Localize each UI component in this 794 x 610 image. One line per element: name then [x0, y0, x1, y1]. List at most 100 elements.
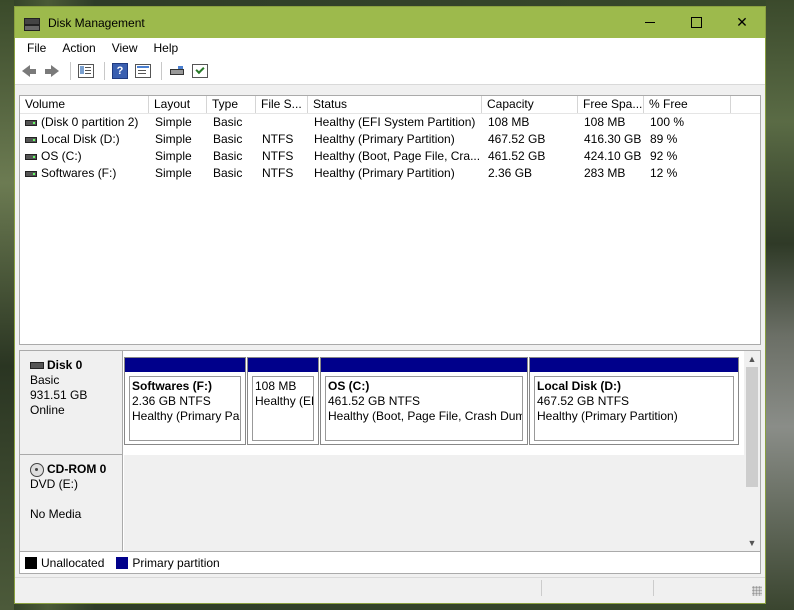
volume-filesystem: [256, 114, 308, 131]
volume-percent-free: 100 %: [650, 115, 685, 129]
volume-status: Healthy (Primary Partition): [314, 166, 455, 180]
disk-media: No Media: [30, 507, 82, 521]
volume-row[interactable]: Local Disk (D:) Simple Basic NTFS Health…: [20, 131, 760, 148]
volume-capacity: 467.52 GB: [488, 132, 546, 146]
close-icon: ✕: [736, 14, 748, 30]
menu-view[interactable]: View: [104, 41, 146, 55]
disk-title: Disk 0: [47, 358, 83, 372]
disk-management-window: Disk Management ✕ File Action View Help …: [14, 6, 766, 604]
disk-label-disk0[interactable]: Disk 0 Basic 931.51 GB Online: [20, 351, 123, 455]
volume-free-space: 416.30 GB: [584, 132, 642, 146]
toolbar: ?: [15, 58, 765, 85]
volume-name: (Disk 0 partition 2): [41, 115, 139, 129]
volume-percent-free: 12 %: [650, 166, 678, 180]
show-hide-panel-button[interactable]: [76, 61, 96, 81]
volume-type: Basic: [213, 166, 243, 180]
partition-local-disk[interactable]: Local Disk (D:) 467.52 GB NTFS Healthy (…: [529, 357, 739, 445]
check-button[interactable]: [190, 61, 210, 81]
partition-os[interactable]: OS (C:) 461.52 GB NTFS Healthy (Boot, Pa…: [320, 357, 528, 445]
volume-row[interactable]: OS (C:) Simple Basic NTFS Healthy (Boot,…: [20, 148, 760, 165]
column-header-filesystem[interactable]: File S...: [256, 96, 308, 113]
vertical-scrollbar[interactable]: ▲ ▼: [744, 351, 760, 551]
forward-button[interactable]: [42, 61, 62, 81]
primary-partition-bar: [248, 358, 318, 372]
column-header-capacity[interactable]: Capacity: [482, 96, 578, 113]
disk-row-cdrom0[interactable]: CD-ROM 0 DVD (E:) No Media: [20, 455, 744, 551]
volume-row[interactable]: (Disk 0 partition 2) Simple Basic Health…: [20, 114, 760, 131]
back-button[interactable]: [19, 61, 39, 81]
check-icon: [192, 64, 208, 78]
partition-name: OS (C:): [328, 379, 370, 393]
volume-list[interactable]: Volume Layout Type File S... Status Capa…: [19, 95, 761, 345]
maximize-button[interactable]: [673, 7, 719, 38]
partition-status: Healthy (EF: [255, 394, 314, 408]
disk-size: 931.51 GB: [30, 388, 88, 402]
toolbar-separator: [70, 62, 71, 80]
minimize-button[interactable]: [627, 7, 673, 38]
drive-icon: [25, 153, 37, 160]
volume-layout: Simple: [155, 115, 192, 129]
disk-row-disk0[interactable]: Disk 0 Basic 931.51 GB Online Softwares …: [20, 351, 744, 455]
scroll-down-icon[interactable]: ▼: [744, 535, 760, 551]
properties-icon: [135, 64, 151, 78]
hard-disk-icon: [30, 362, 44, 369]
partition-efi[interactable]: 108 MB Healthy (EF: [247, 357, 319, 445]
help-icon: ?: [112, 63, 128, 79]
volume-layout: Simple: [155, 132, 192, 146]
volume-percent-free: 89 %: [650, 132, 678, 146]
volume-capacity: 461.52 GB: [488, 149, 546, 163]
volume-type: Basic: [213, 115, 243, 129]
primary-partition-swatch: [116, 556, 129, 569]
disk-label-cdrom0[interactable]: CD-ROM 0 DVD (E:) No Media: [20, 455, 123, 551]
column-header-volume[interactable]: Volume: [20, 96, 149, 113]
disk-graphical-view[interactable]: Disk 0 Basic 931.51 GB Online Softwares …: [19, 350, 761, 552]
primary-partition-bar: [530, 358, 738, 372]
menu-action[interactable]: Action: [54, 41, 103, 55]
menu-help[interactable]: Help: [146, 41, 187, 55]
status-segment: [541, 580, 542, 596]
menu-bar: File Action View Help: [15, 38, 765, 58]
volume-filesystem: NTFS: [262, 166, 294, 180]
volume-name: Local Disk (D:): [41, 132, 120, 146]
menu-file[interactable]: File: [19, 41, 54, 55]
partition-size: 108 MB: [255, 379, 297, 393]
desktop-background-right: [766, 0, 794, 610]
volume-free-space: 424.10 GB: [584, 149, 642, 163]
primary-partition-bar: [321, 358, 527, 372]
volume-status: Healthy (Primary Partition): [314, 132, 455, 146]
partition-softwares[interactable]: Softwares (F:) 2.36 GB NTFS Healthy (Pri…: [124, 357, 246, 445]
volume-free-space: 283 MB: [584, 166, 626, 180]
volume-free-space: 108 MB: [584, 115, 626, 129]
title-bar[interactable]: Disk Management ✕: [15, 7, 765, 38]
cdrom-empty-area: [124, 455, 744, 551]
column-header-layout[interactable]: Layout: [149, 96, 207, 113]
connect-disk-button[interactable]: [167, 61, 187, 81]
volume-filesystem: NTFS: [262, 132, 294, 146]
column-header-status[interactable]: Status: [308, 96, 482, 113]
back-icon: [22, 65, 36, 77]
scroll-up-icon[interactable]: ▲: [744, 351, 760, 367]
column-header-free-space[interactable]: Free Spa...: [578, 96, 644, 113]
volume-list-header: Volume Layout Type File S... Status Capa…: [20, 96, 760, 114]
partition-size: 467.52 GB NTFS: [537, 394, 630, 408]
close-button[interactable]: ✕: [719, 7, 765, 38]
cd-rom-icon: [30, 462, 44, 477]
volume-status: Healthy (EFI System Partition): [314, 115, 476, 129]
volume-status: Healthy (Boot, Page File, Cra...: [314, 149, 481, 163]
legend-unallocated: Unallocated: [41, 555, 105, 570]
disk-state: Online: [30, 403, 65, 417]
column-header-type[interactable]: Type: [207, 96, 256, 113]
toolbar-separator: [161, 62, 162, 80]
help-button[interactable]: ?: [110, 61, 130, 81]
volume-row[interactable]: Softwares (F:) Simple Basic NTFS Healthy…: [20, 165, 760, 182]
properties-button[interactable]: [133, 61, 153, 81]
scrollbar-thumb[interactable]: [746, 367, 758, 487]
resize-grip-icon[interactable]: [752, 586, 762, 596]
column-header-percent-free[interactable]: % Free: [644, 96, 731, 113]
volume-type: Basic: [213, 149, 243, 163]
desktop-background-left: [0, 0, 14, 610]
disk-type: Basic: [30, 373, 60, 387]
forward-icon: [45, 65, 59, 77]
minimize-icon: [645, 22, 655, 23]
drive-icon: [25, 119, 37, 126]
